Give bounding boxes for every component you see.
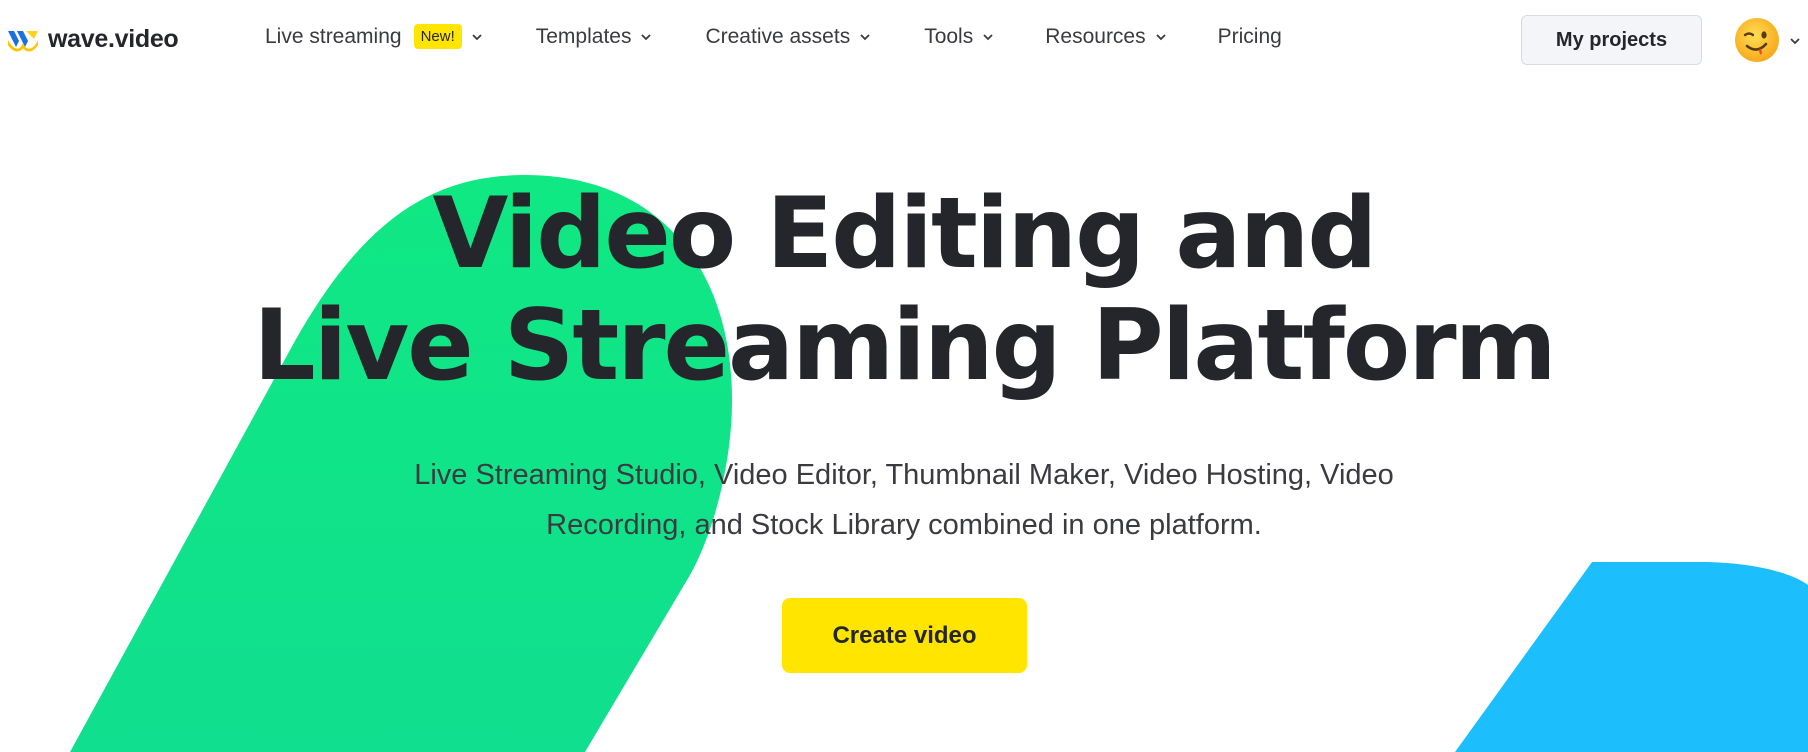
chevron-down-icon — [983, 33, 993, 40]
wave-logo-icon — [8, 30, 38, 51]
nav-item-label: Live streaming — [265, 24, 402, 48]
nav-item-label: Creative assets — [705, 24, 851, 48]
nav-item-creative-assets[interactable]: Creative assets — [705, 25, 872, 49]
nav-item-label: Resources — [1045, 24, 1146, 48]
hero-subtitle-line-2: Recording, and Stock Library combined in… — [546, 509, 1262, 541]
hero-subtitle-line-1: Live Streaming Studio, Video Editor, Thu… — [414, 459, 1394, 491]
chevron-down-icon — [860, 33, 870, 40]
main-nav: Live streaming New! Templates Creative a… — [265, 24, 1282, 49]
chevron-down-icon — [641, 33, 652, 40]
blue-wave-shape — [1455, 562, 1808, 752]
nav-item-pricing[interactable]: Pricing — [1218, 25, 1282, 49]
nav-item-label: Tools — [924, 24, 974, 48]
logo-text: wave.video — [48, 25, 179, 53]
winking-face-avatar-icon[interactable] — [1733, 16, 1781, 64]
nav-item-resources[interactable]: Resources — [1045, 25, 1167, 49]
nav-item-templates[interactable]: Templates — [536, 25, 654, 49]
my-projects-button[interactable]: My projects — [1521, 15, 1702, 65]
site-header: wave.video Live streaming New! Templates… — [0, 0, 1808, 80]
create-video-button[interactable]: Create video — [782, 598, 1027, 673]
hero-title-line-2: Live Streaming Platform — [253, 289, 1556, 403]
nav-item-live-streaming[interactable]: Live streaming New! — [265, 24, 484, 49]
hero-title-line-1: Video Editing and — [432, 177, 1378, 291]
hero-title: Video Editing and Live Streaming Platfor… — [0, 178, 1808, 402]
logo[interactable]: wave.video — [6, 25, 179, 54]
chevron-down-icon — [472, 33, 482, 40]
chevron-down-icon — [1155, 33, 1166, 40]
nav-item-label: Pricing — [1217, 24, 1282, 48]
nav-item-label: Templates — [535, 24, 632, 48]
nav-item-tools[interactable]: Tools — [924, 25, 995, 49]
hero-subtitle: Live Streaming Studio, Video Editor, Thu… — [330, 450, 1478, 550]
chevron-down-icon[interactable] — [1788, 34, 1802, 48]
new-badge: New! — [413, 24, 462, 49]
